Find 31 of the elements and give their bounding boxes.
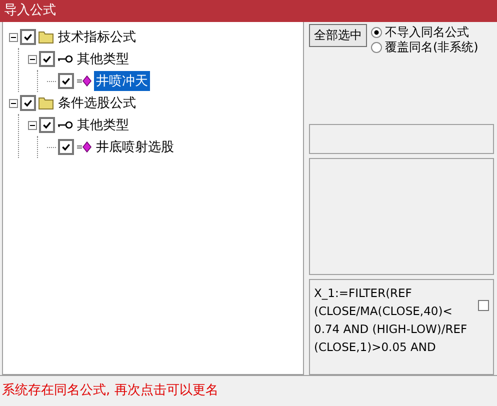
formula-text: X_1:=FILTER(REF (CLOSE/MA(CLOSE,40)< 0.74 AND (HIGH-LOW)/REF (CLOSE,1)>0.05 AND [314,285,468,356]
folder-icon [38,96,54,110]
select-all-button[interactable]: 全部选中 [309,24,367,47]
diamond-icon [76,141,92,153]
key-icon [57,120,73,130]
checkbox[interactable] [20,29,36,45]
folder-icon [38,30,54,44]
radio-button[interactable] [371,42,382,53]
tree-item[interactable]: 井底喷射选股 [94,137,176,157]
collapse-icon[interactable] [28,120,37,130]
checkbox[interactable] [478,300,489,311]
tree-item[interactable]: 其他类型 [75,49,131,69]
checkbox[interactable] [58,139,74,155]
tree-item[interactable]: 技术指标公式 [56,27,138,47]
collapse-icon[interactable] [9,32,18,42]
collapse-icon[interactable] [28,54,37,64]
diamond-icon [76,75,92,87]
window-title: 导入公式 [0,0,497,22]
tree-item[interactable]: 井喷冲天 [94,71,150,91]
radio-label[interactable]: 不导入同名公式 [385,24,469,41]
radio-label[interactable]: 覆盖同名(非系统) [385,39,478,56]
checkbox[interactable] [58,73,74,89]
tree-item[interactable]: 其他类型 [75,115,131,135]
checkbox[interactable] [39,51,55,67]
collapse-icon[interactable] [9,98,18,108]
checkbox[interactable] [39,117,55,133]
checkbox[interactable] [20,95,36,111]
radio-button[interactable] [371,27,382,38]
tree-item[interactable]: 条件选股公式 [56,93,138,113]
key-icon [57,54,73,64]
status-message: 系统存在同名公式, 再次点击可以更名 [0,375,497,406]
